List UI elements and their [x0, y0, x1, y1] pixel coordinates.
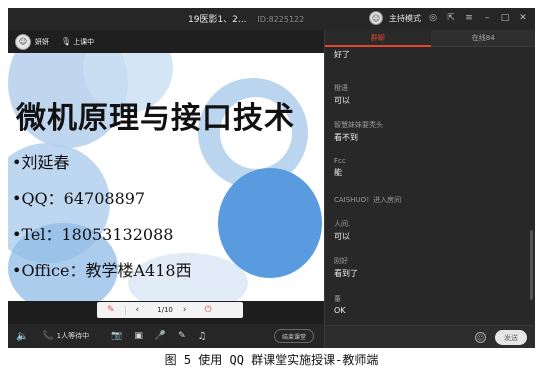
teacher-avatar[interactable]: ☺: [15, 33, 31, 50]
host-avatar[interactable]: ☺: [369, 11, 383, 25]
message-text: 可以: [334, 232, 350, 241]
screen-share-icon[interactable]: ▣: [134, 331, 143, 341]
class-status: 上课中: [73, 37, 95, 46]
end-class-button[interactable]: 结束课堂: [274, 329, 314, 343]
speaker-icon[interactable]: 🔈: [16, 331, 28, 342]
close-icon[interactable]: ✕: [517, 12, 529, 24]
maximize-icon[interactable]: □: [499, 12, 511, 24]
slide-line-tel: •Tel：18053132088: [12, 225, 174, 244]
teacher-name: 妍妍: [35, 37, 49, 46]
minimize-icon[interactable]: –: [481, 12, 493, 24]
message-text: OK: [334, 306, 346, 315]
chat-message: Fcc 能: [334, 157, 530, 178]
host-mode-label[interactable]: 主持模式: [389, 13, 421, 24]
message-text: 可以: [334, 96, 350, 105]
next-page-icon[interactable]: ›: [183, 305, 187, 315]
chat-message: 智慧妹妹要秃头 看不到: [334, 120, 530, 143]
chat-message: 刚好 看到了: [334, 256, 530, 279]
mic-icon: 🎙: [61, 37, 72, 46]
settings-icon[interactable]: ◎: [427, 12, 439, 24]
message-text: 看到了: [334, 269, 358, 278]
slide-line-office: •Office：教学楼A418西: [12, 261, 192, 280]
chat-message: 董 OK: [334, 294, 530, 315]
chat-tabs: 群聊 在线84: [325, 30, 535, 47]
message-sender: 刚好: [334, 257, 348, 265]
page-indicator: 1/10: [157, 306, 173, 314]
system-message: CAISHUO！进入房间: [334, 195, 530, 205]
room-id: ID:8225122: [257, 15, 305, 24]
slide-title: 微机原理与接口技术: [16, 101, 295, 136]
whiteboard-icon[interactable]: ✎: [178, 331, 186, 341]
camera-off-icon[interactable]: 📷: [111, 331, 122, 341]
phone-icon[interactable]: 📞: [42, 331, 53, 341]
pen-icon[interactable]: ✎: [107, 305, 115, 315]
divider: [124, 305, 126, 315]
slide-line-name: •刘延春: [12, 153, 70, 172]
waiting-count[interactable]: 1人等待中: [57, 331, 89, 341]
system-text: CAISHUO！进入房间: [334, 196, 402, 204]
chat-message: 好了: [334, 49, 530, 60]
group-name: 19医影1、2...: [188, 15, 247, 25]
prev-page-icon[interactable]: ‹: [136, 305, 140, 315]
music-icon[interactable]: ♫: [198, 331, 207, 342]
message-sender: 人间.: [334, 220, 351, 228]
slide-line-qq: •QQ：64708897: [12, 189, 146, 208]
chat-message: 人间. 可以: [334, 219, 530, 242]
chat-scrollbar[interactable]: [530, 230, 533, 300]
menu-icon[interactable]: ≡: [463, 12, 475, 24]
message-sender: 智慧妹妹要秃头: [334, 121, 383, 129]
slide-pager: ✎ ‹ 1/10 › ⏻: [97, 302, 243, 318]
app-window: 19医影1、2... ID:8225122 ☺ 主持模式 ◎ ⇱ ≡ – □ ✕…: [8, 8, 535, 348]
message-sender: Fcc: [334, 157, 346, 165]
microphone-icon[interactable]: 🎤: [155, 331, 166, 341]
power-icon[interactable]: ⏻: [205, 305, 212, 315]
figure-caption: 图 5 使用 QQ 群课堂实施授课-教师端: [164, 353, 379, 367]
message-text: 好了: [334, 50, 350, 59]
message-text: 能: [334, 168, 342, 177]
tab-online[interactable]: 在线84: [430, 30, 535, 47]
bottom-toolbar: 🔈 📞 1人等待中 📷 ▣ 🎤 ✎ ♫ 结束课堂: [8, 324, 324, 348]
teacher-bar: ☺ 妍妍 🎙 上课中: [8, 30, 324, 53]
emoji-icon[interactable]: ☺: [475, 332, 486, 343]
title-bar: 19医影1、2... ID:8225122 ☺ 主持模式 ◎ ⇱ ≡ – □ ✕: [8, 8, 535, 30]
chat-input-bar[interactable]: ☺ 发送: [325, 325, 535, 348]
titlebar-controls: ☺ 主持模式 ◎ ⇱ ≡ – □ ✕: [369, 11, 529, 25]
chat-panel: 群聊 在线84 好了 橙语 可以 智慧妹妹要秃头 看不到 Fcc 能 CAISH…: [324, 30, 535, 348]
message-sender: 董: [334, 295, 341, 303]
share-icon[interactable]: ⇱: [445, 12, 457, 24]
message-sender: 橙语: [334, 84, 348, 92]
slide-view: 微机原理与接口技术 •刘延春 •QQ：64708897 •Tel：1805313…: [8, 53, 324, 301]
window-title: 19医影1、2... ID:8225122: [188, 12, 304, 25]
message-text: 看不到: [334, 133, 358, 142]
tab-group-chat[interactable]: 群聊: [325, 30, 431, 47]
chat-message: 橙语 可以: [334, 83, 530, 106]
send-button[interactable]: 发送: [495, 330, 527, 345]
classroom-panel: ☺ 妍妍 🎙 上课中 微机原理与接口技术 •刘延春 •QQ：64708897 •…: [8, 30, 324, 348]
